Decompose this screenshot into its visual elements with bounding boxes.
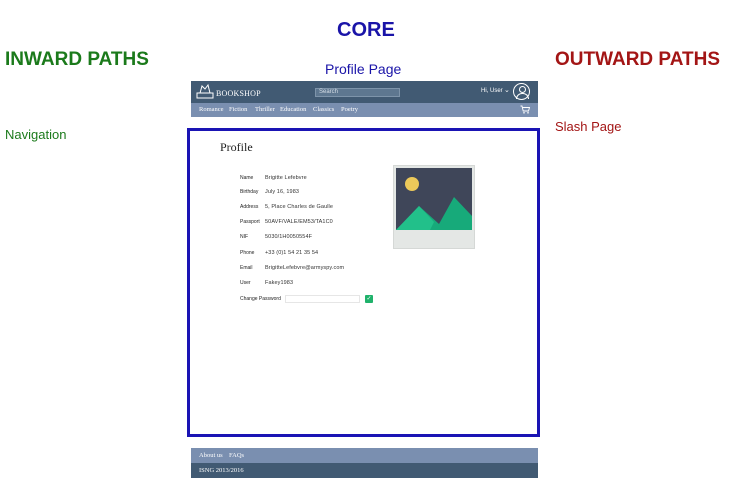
user-menu-label[interactable]: Hi, User — [481, 88, 503, 94]
field-value-address: 5, Place Charles de Gaulle — [265, 204, 334, 210]
app-footer-bottom: ISNG 2013/2016 — [191, 463, 538, 478]
inward-item-navigation: Navigation — [5, 127, 67, 142]
avatar[interactable] — [513, 83, 530, 100]
category-nav: Romance Fiction Thriller Education Class… — [191, 103, 538, 117]
field-value-email: BrigitteLefebvre@armyspy.com — [265, 265, 345, 271]
nav-item-education[interactable]: Education — [280, 106, 306, 114]
search-placeholder: Search — [319, 89, 339, 95]
field-label-name: Name — [240, 175, 254, 181]
core-subtitle: Profile Page — [325, 61, 402, 77]
inward-paths-title: INWARD PATHS — [5, 49, 149, 70]
field-label-change-password: Change Password — [240, 296, 281, 302]
field-value-name: Brigitte Lefebvre — [265, 175, 307, 181]
page-title: Profile — [220, 140, 253, 154]
core-profile-frame: Profile Name Brigitte Lefebvre Birthday … — [187, 128, 540, 437]
field-label-email: Email — [240, 265, 253, 271]
nav-item-classics[interactable]: Classics — [313, 106, 334, 114]
field-value-passport: 50AVF/VALE/EM53/TA1C0 — [265, 219, 333, 225]
field-label-user: User — [240, 280, 251, 286]
bookshop-icon[interactable] — [196, 83, 214, 100]
field-value-user: Fakey1983 — [265, 280, 294, 286]
footer-link-faqs[interactable]: FAQs — [229, 452, 244, 460]
field-label-nif: NIF — [240, 234, 249, 240]
field-label-phone: Phone — [240, 250, 255, 256]
chevron-down-icon[interactable]: ⌄ — [504, 86, 510, 94]
field-value-nif: 5030/1H0050554F — [265, 234, 313, 240]
nav-item-romance[interactable]: Romance — [199, 106, 224, 114]
field-value-birthday: July 16, 1983 — [265, 189, 300, 195]
field-label-address: Address — [240, 204, 259, 210]
outward-item-slash-page: Slash Page — [555, 119, 622, 134]
nav-item-fiction[interactable]: Fiction — [229, 106, 247, 114]
field-label-passport: Passport — [240, 219, 260, 225]
change-password-input[interactable] — [285, 295, 360, 303]
app-header: BOOKSHOP Search Hi, User ⌄ — [191, 81, 538, 103]
change-password-checkbox[interactable]: ✓ — [365, 295, 373, 303]
brand-name[interactable]: BOOKSHOP — [216, 89, 261, 98]
footer-copyright: ISNG 2013/2016 — [199, 467, 244, 474]
core-title: CORE — [337, 19, 395, 41]
image-placeholder-icon[interactable] — [393, 165, 475, 249]
outward-paths-title: OUTWARD PATHS — [555, 49, 721, 70]
search-input[interactable]: Search — [315, 88, 400, 97]
nav-item-poetry[interactable]: Poetry — [341, 106, 358, 114]
cart-icon[interactable] — [520, 105, 531, 116]
app-footer-links: About us FAQs — [191, 448, 538, 463]
field-value-phone: +33 (0)1 54 21 35 54 — [265, 250, 319, 256]
nav-item-thriller[interactable]: Thriller — [255, 106, 275, 114]
field-label-birthday: Birthday — [240, 189, 259, 195]
footer-link-about[interactable]: About us — [199, 452, 223, 460]
